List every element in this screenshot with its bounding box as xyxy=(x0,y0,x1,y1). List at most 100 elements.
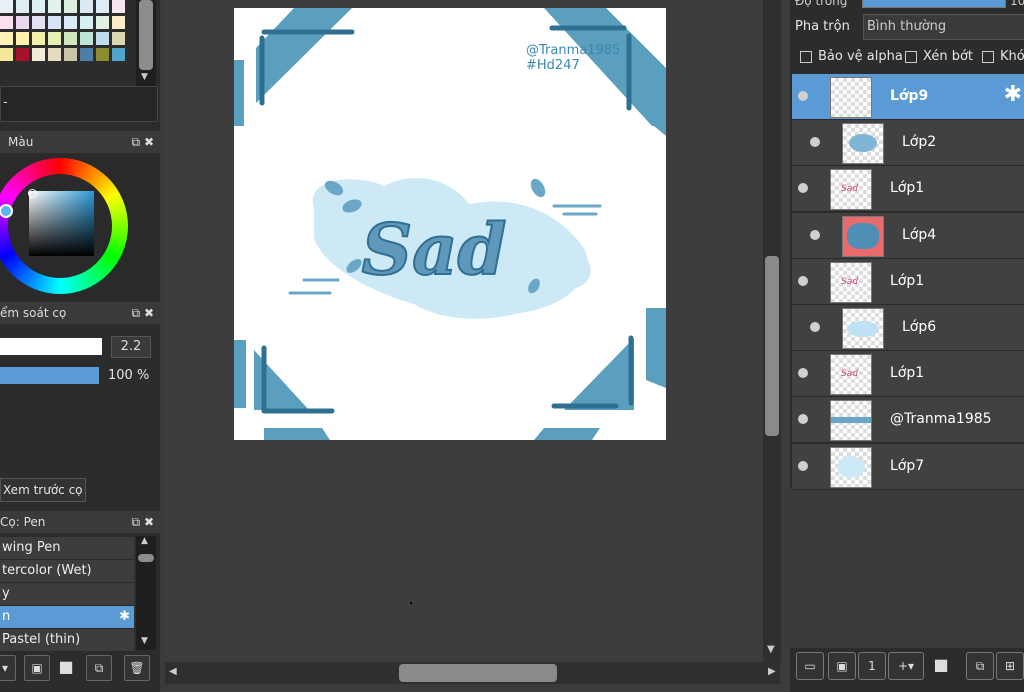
palette-swatch[interactable] xyxy=(48,48,61,61)
palette-swatch[interactable] xyxy=(16,0,29,13)
saturation-square[interactable] xyxy=(29,191,94,256)
protect-alpha-option[interactable]: Bảo vệ alpha xyxy=(800,49,903,64)
brush-list-item[interactable]: wing Pen xyxy=(0,537,134,560)
duplicate-icon[interactable]: ⧉ xyxy=(86,655,112,681)
brush-list-item[interactable]: tercolor (Wet) xyxy=(0,560,134,583)
layer-row[interactable]: Lớp2 xyxy=(792,120,1024,167)
palette-swatch[interactable] xyxy=(96,48,109,61)
popout-icon[interactable]: ⧉ xyxy=(132,306,141,320)
visibility-icon[interactable] xyxy=(798,460,808,471)
close-icon[interactable]: ✖ xyxy=(144,306,154,320)
canvas-horizontal-scrollbar[interactable]: ◀ ▶ xyxy=(165,662,780,684)
palette-swatch[interactable] xyxy=(112,0,125,13)
palette-swatch[interactable] xyxy=(32,48,45,61)
trash-icon[interactable]: 🗑 xyxy=(124,655,150,681)
visibility-icon[interactable] xyxy=(798,91,808,101)
size-value[interactable]: 2.2 xyxy=(111,336,151,358)
popout-icon[interactable]: ⧉ xyxy=(132,135,141,149)
blend-mode-select[interactable]: Bình thường xyxy=(863,14,1024,40)
palette-swatch[interactable] xyxy=(64,0,77,13)
new-raster-layer-icon[interactable]: ▣ xyxy=(828,652,856,680)
artboard[interactable]: Sad @Tranma1985 #Hd247 xyxy=(234,8,666,440)
gear-icon[interactable]: ✱ xyxy=(1004,82,1022,107)
palette-swatch[interactable] xyxy=(112,48,125,61)
scroll-down-icon[interactable]: ▼ xyxy=(141,636,148,646)
palette-swatch[interactable] xyxy=(16,32,29,45)
opacity-slider[interactable] xyxy=(0,367,99,384)
palette-swatch[interactable] xyxy=(0,16,13,29)
brush-list-scrollbar[interactable]: ▲ ▼ xyxy=(136,536,156,650)
layer-row[interactable]: Lớp7 xyxy=(792,443,1024,490)
palette-swatch[interactable] xyxy=(0,0,13,13)
palette-swatch[interactable] xyxy=(48,16,61,29)
palette-swatch[interactable] xyxy=(64,32,77,45)
palette-swatch[interactable] xyxy=(0,32,13,45)
scroll-down-icon[interactable]: ▼ xyxy=(767,644,775,655)
layer-row[interactable]: Sad Lớp1 xyxy=(792,166,1024,213)
clip-option[interactable]: Xén bớt xyxy=(905,49,973,64)
visibility-icon[interactable] xyxy=(810,229,820,240)
palette-swatch[interactable] xyxy=(96,0,109,13)
visibility-icon[interactable] xyxy=(798,275,808,286)
close-icon[interactable]: ✖ xyxy=(144,135,154,149)
palette-swatch[interactable] xyxy=(112,16,125,29)
palette-swatch[interactable] xyxy=(48,0,61,13)
canvas-vertical-scrollbar[interactable]: ▼ xyxy=(763,0,781,662)
palette-swatch[interactable] xyxy=(80,48,93,61)
lock-checkbox[interactable] xyxy=(982,50,994,63)
palette-swatch[interactable] xyxy=(96,32,109,45)
palette-swatch[interactable] xyxy=(96,16,109,29)
clip-checkbox[interactable] xyxy=(905,50,917,63)
layer-opacity-slider[interactable] xyxy=(862,0,1006,8)
merge-layer-icon[interactable]: ⊞ xyxy=(996,652,1024,680)
palette-swatch[interactable] xyxy=(32,16,45,29)
layer-list-empty-area[interactable] xyxy=(790,488,1024,648)
visibility-icon[interactable] xyxy=(798,183,808,194)
new-text-layer-icon[interactable]: 1 xyxy=(858,652,886,680)
layer-row[interactable]: Sad Lớp1 xyxy=(792,258,1024,305)
palette-scroll-thumb[interactable] xyxy=(139,0,153,70)
palette-swatch[interactable] xyxy=(80,16,93,29)
scroll-right-icon[interactable]: ▶ xyxy=(768,666,776,677)
palette-swatch[interactable] xyxy=(16,16,29,29)
palette-swatch[interactable] xyxy=(16,48,29,61)
brush-scroll-thumb[interactable] xyxy=(138,554,154,562)
folder-icon[interactable]: ■ xyxy=(54,655,78,679)
palette-swatch[interactable] xyxy=(64,48,77,61)
palette-swatch[interactable] xyxy=(32,0,45,13)
palette-swatch[interactable] xyxy=(32,32,45,45)
visibility-icon[interactable] xyxy=(810,322,820,332)
lock-option[interactable]: Khóa xyxy=(982,49,1024,64)
brush-preview-button[interactable]: Xem trước cọ xyxy=(0,478,86,502)
canvas-vscroll-thumb[interactable] xyxy=(765,256,779,436)
layer-row[interactable]: Lớp6 xyxy=(792,305,1024,351)
brush-type-icon[interactable]: ▾ xyxy=(0,655,16,681)
brush-list-item[interactable]: Pastel (thin) xyxy=(0,629,134,652)
scroll-down-icon[interactable]: ▼ xyxy=(141,72,148,82)
palette-swatch[interactable] xyxy=(80,32,93,45)
scroll-left-icon[interactable]: ◀ xyxy=(169,666,177,677)
canvas-hscroll-thumb[interactable] xyxy=(399,664,557,682)
popout-icon[interactable]: ⧉ xyxy=(132,515,141,529)
visibility-icon[interactable] xyxy=(798,414,808,425)
brush-list-item[interactable]: n ✱ xyxy=(0,606,134,629)
visibility-icon[interactable] xyxy=(798,368,808,379)
color-picker-handle[interactable] xyxy=(28,189,37,198)
brush-list-item[interactable]: y xyxy=(0,583,134,606)
palette-swatch[interactable] xyxy=(48,32,61,45)
layer-folder-icon[interactable]: ■ xyxy=(928,652,954,678)
palette-scrollbar[interactable]: ▼ xyxy=(136,0,156,86)
scroll-up-icon[interactable]: ▲ xyxy=(141,536,148,546)
layer-row[interactable]: @Tranma1985 xyxy=(792,397,1024,444)
layer-row[interactable]: Lớp4 xyxy=(792,212,1024,259)
gear-icon[interactable]: ✱ xyxy=(119,606,130,628)
duplicate-layer-icon[interactable]: ⧉ xyxy=(966,652,994,680)
visibility-icon[interactable] xyxy=(810,137,820,148)
palette-swatch[interactable] xyxy=(112,32,125,45)
layer-row[interactable]: Sad Lớp1 xyxy=(792,351,1024,398)
size-slider[interactable] xyxy=(0,338,102,355)
palette-swatch[interactable] xyxy=(80,0,93,13)
layer-row[interactable]: Lớp9 ✱ xyxy=(792,74,1024,120)
close-icon[interactable]: ✖ xyxy=(144,515,154,529)
protect-alpha-checkbox[interactable] xyxy=(800,50,812,63)
